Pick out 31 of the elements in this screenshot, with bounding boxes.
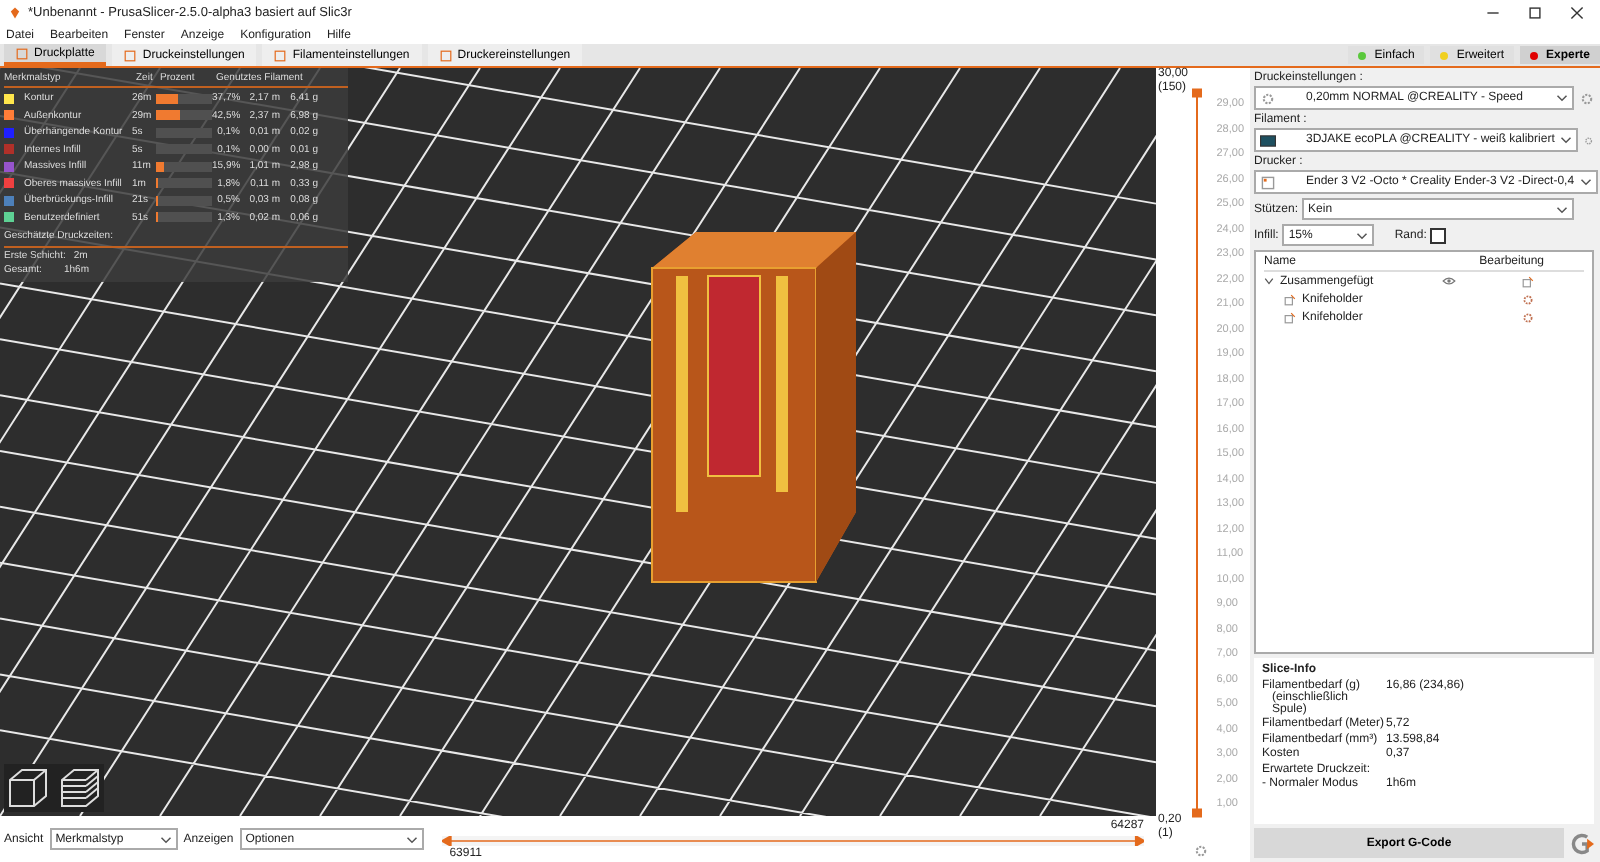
tab-icon [16, 47, 28, 59]
caret-icon [1560, 136, 1573, 144]
layers-icon[interactable] [56, 764, 104, 812]
cube-icon[interactable] [4, 764, 52, 812]
tab-icon [124, 49, 137, 61]
caret-icon [159, 835, 172, 843]
minimize-icon[interactable] [1486, 6, 1500, 20]
gear-icon [1260, 91, 1276, 105]
part-icon [1284, 311, 1296, 323]
settings-icon[interactable] [1193, 844, 1207, 858]
caret-icon [1356, 231, 1369, 239]
horizontal-slider[interactable] [441, 835, 1144, 845]
eye-icon[interactable] [1442, 276, 1456, 286]
filament-color-icon [1260, 133, 1276, 147]
g-code-logo-icon[interactable] [1570, 831, 1594, 855]
brim-checkbox[interactable] [1430, 227, 1447, 243]
part-icon [1284, 293, 1296, 305]
app-logo-icon [8, 6, 22, 20]
close-icon[interactable] [1570, 6, 1584, 20]
3d-viewport[interactable] [0, 68, 1156, 816]
caret-icon [405, 835, 418, 843]
printer-icon [1260, 175, 1276, 189]
caret-icon [1580, 178, 1593, 186]
tab-icon [439, 49, 452, 61]
edit-icon[interactable] [1522, 275, 1534, 287]
caret-icon [1556, 205, 1568, 213]
caret-icon [1556, 94, 1568, 102]
settings-icon[interactable] [1580, 91, 1594, 105]
maximize-icon[interactable] [1528, 6, 1542, 20]
caret-icon[interactable] [1264, 276, 1274, 286]
tab-icon [274, 49, 287, 61]
